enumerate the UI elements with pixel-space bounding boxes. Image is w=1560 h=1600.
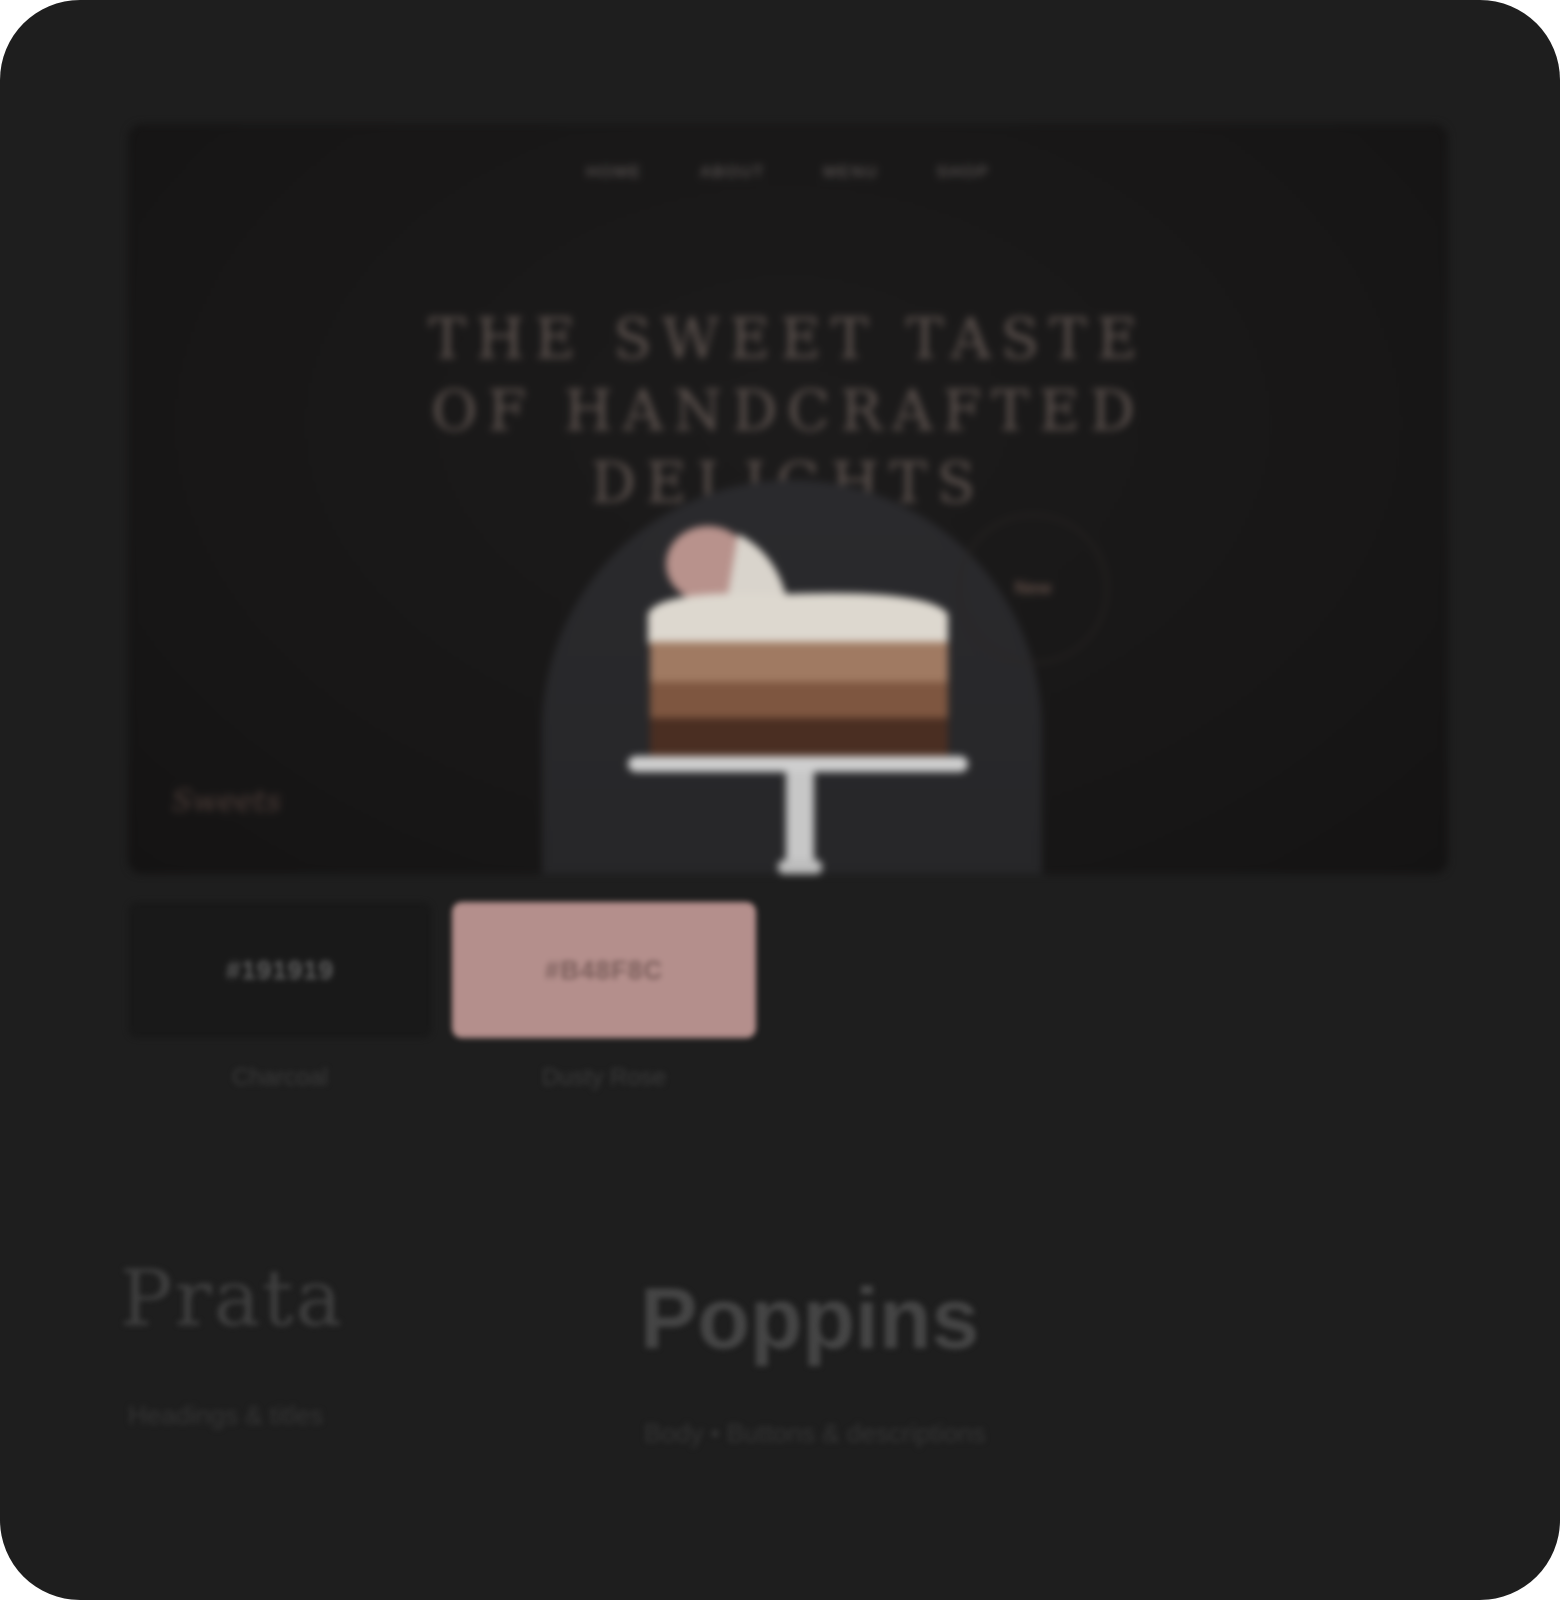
- brand-signature: Sweets: [172, 784, 282, 819]
- cake-image: [628, 526, 968, 874]
- headline-line-1: The Sweet Taste: [428, 307, 1148, 372]
- body-font-sample: Poppins: [640, 1271, 980, 1367]
- nav-item-shop[interactable]: Shop: [936, 164, 989, 182]
- swatch-name-charcoal: Charcoal: [231, 1064, 329, 1091]
- swatch-name-dusty-rose: Dusty Rose: [541, 1064, 667, 1091]
- heading-font-caption: Headings & titles: [128, 1400, 324, 1430]
- color-swatch-dusty-rose[interactable]: #B48F8C: [452, 902, 756, 1038]
- color-swatch-charcoal[interactable]: #191919: [128, 902, 432, 1038]
- style-guide-card: Home About Menu Shop The Sweet Taste Of …: [0, 0, 1560, 1600]
- new-badge: New: [958, 514, 1108, 664]
- heading-font-sample: Prata: [120, 1254, 345, 1344]
- preview-nav: Home About Menu Shop: [128, 164, 1448, 182]
- nav-item-about[interactable]: About: [700, 164, 765, 182]
- website-preview: Home About Menu Shop The Sweet Taste Of …: [128, 124, 1448, 874]
- nav-item-home[interactable]: Home: [586, 164, 642, 182]
- headline-line-2: Of Handcrafted: [431, 379, 1145, 444]
- nav-item-menu[interactable]: Menu: [823, 164, 878, 182]
- badge-label: New: [1014, 578, 1052, 598]
- body-font-caption: Body • Buttons & descriptions: [644, 1418, 986, 1448]
